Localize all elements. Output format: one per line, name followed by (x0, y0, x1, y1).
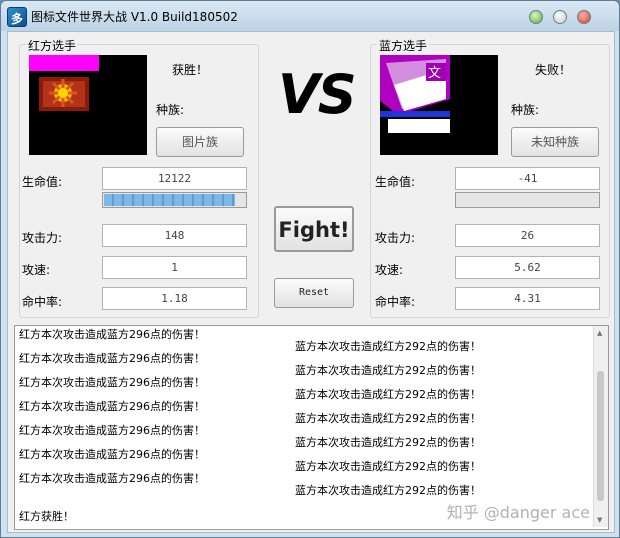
reset-button[interactable]: Reset (274, 278, 354, 308)
log-line-left: 红方本次攻击造成蓝方296点的伤害！ (19, 400, 205, 413)
blue-result: 失败！ (535, 63, 572, 77)
blue-player-group: 蓝方选手 文 失败！ 种族: 未知种族 生命值: -41 攻击力: 26 攻速:… (370, 37, 610, 318)
blue-hp-label: 生命值: (375, 175, 416, 189)
log-line-right: 蓝方本次攻击造成红方292点的伤害！ (295, 364, 481, 377)
blue-race-button[interactable]: 未知种族 (511, 127, 599, 157)
red-group-title: 红方选手 (26, 37, 79, 54)
red-hit-label: 命中率: (22, 295, 63, 309)
blue-player-avatar: 文 (380, 55, 498, 155)
blue-hp-value: -41 (455, 167, 600, 190)
vs-label: VS (278, 63, 357, 126)
window-title: 图标文件世界大战 V1.0 Build180502 (31, 10, 238, 24)
log-line-left: 红方本次攻击造成蓝方296点的伤害！ (19, 376, 205, 389)
log-line-right: 蓝方本次攻击造成红方292点的伤害！ (295, 484, 481, 497)
log-line-right: 蓝方本次攻击造成红方292点的伤害！ (295, 388, 481, 401)
red-attack-value: 148 (102, 224, 247, 247)
blue-race-label: 种族: (511, 103, 540, 117)
red-speed-label: 攻速: (22, 263, 51, 277)
blue-hit-value: 4.31 (455, 287, 600, 310)
red-avatar-image (29, 55, 147, 155)
client-area: 红方选手 获胜！ 种族: 图片族 生命值: 12122 攻击力: 148 攻速:… (7, 31, 615, 533)
red-attack-label: 攻击力: (22, 231, 63, 245)
battle-log[interactable]: 红方本次攻击造成蓝方296点的伤害！ 红方本次攻击造成蓝方296点的伤害！ 红方… (14, 325, 609, 530)
red-hp-value: 12122 (102, 167, 247, 190)
svg-text:文: 文 (428, 66, 441, 81)
red-race-label: 种族: (156, 103, 185, 117)
log-line-left: 红方本次攻击造成蓝方296点的伤害！ (19, 448, 205, 461)
red-player-avatar (29, 55, 147, 155)
red-speed-value: 1 (102, 256, 247, 279)
scroll-thumb[interactable] (597, 371, 604, 501)
log-scrollbar[interactable]: ▲ ▼ (593, 326, 608, 527)
blue-hp-bar (455, 192, 600, 208)
log-line-right: 蓝方本次攻击造成红方292点的伤害！ (295, 340, 481, 353)
close-button[interactable] (577, 10, 591, 24)
maximize-button[interactable] (553, 10, 567, 24)
log-line-right: 蓝方本次攻击造成红方292点的伤害！ (295, 436, 481, 449)
log-line-left: 红方本次攻击造成蓝方296点的伤害！ (19, 424, 205, 437)
red-player-group: 红方选手 获胜！ 种族: 图片族 生命值: 12122 攻击力: 148 攻速:… (19, 37, 259, 318)
blue-speed-label: 攻速: (375, 263, 404, 277)
scroll-up-icon[interactable]: ▲ (597, 329, 602, 337)
blue-speed-value: 5.62 (455, 256, 600, 279)
log-line-right: 蓝方本次攻击造成红方292点的伤害！ (295, 412, 481, 425)
blue-hit-label: 命中率: (375, 295, 416, 309)
red-race-button[interactable]: 图片族 (156, 127, 244, 157)
log-final-result: 红方获胜！ (19, 510, 74, 523)
app-window: 多 图标文件世界大战 V1.0 Build180502 红方选手 获胜！ 种族:… (0, 0, 620, 538)
minimize-button[interactable] (529, 10, 543, 24)
blue-avatar-image: 文 (380, 55, 498, 155)
blue-attack-value: 26 (455, 224, 600, 247)
watermark: 知乎 @danger ace (446, 503, 590, 522)
red-hp-label: 生命值: (22, 175, 63, 189)
blue-attack-label: 攻击力: (375, 231, 416, 245)
log-line-left: 红方本次攻击造成蓝方296点的伤害！ (19, 472, 205, 485)
red-hp-bar (102, 192, 247, 208)
app-icon: 多 (7, 7, 27, 27)
title-bar[interactable]: 多 图标文件世界大战 V1.0 Build180502 (1, 1, 619, 31)
red-hit-value: 1.18 (102, 287, 247, 310)
fight-button[interactable]: Fight! (274, 206, 354, 252)
log-line-left: 红方本次攻击造成蓝方296点的伤害！ (19, 328, 205, 341)
blue-group-title: 蓝方选手 (377, 37, 430, 54)
scroll-down-icon[interactable]: ▼ (597, 516, 602, 524)
red-hp-bar-fill (104, 194, 236, 206)
log-line-right: 蓝方本次攻击造成红方292点的伤害！ (295, 460, 481, 473)
log-line-left: 红方本次攻击造成蓝方296点的伤害！ (19, 352, 205, 365)
red-result: 获胜！ (172, 63, 209, 77)
